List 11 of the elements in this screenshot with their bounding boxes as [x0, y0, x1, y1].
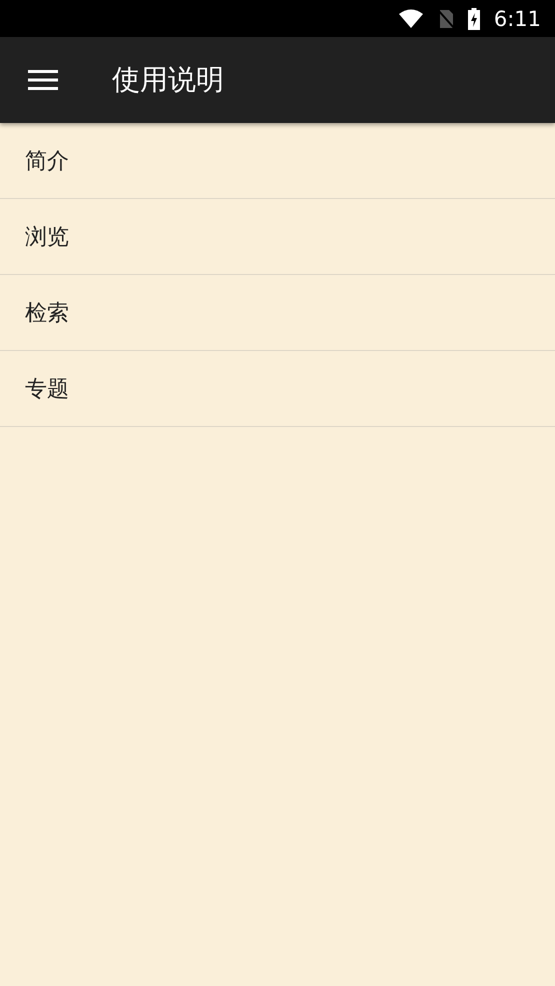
list-item[interactable]: 简介 — [0, 123, 555, 199]
wifi-icon — [398, 8, 424, 28]
list-item[interactable]: 浏览 — [0, 199, 555, 275]
menu-button[interactable] — [28, 69, 58, 91]
menu-icon — [28, 69, 58, 91]
app-bar-title: 使用说明 — [112, 62, 224, 98]
list-item[interactable]: 专题 — [0, 351, 555, 427]
no-sim-icon — [438, 8, 454, 28]
battery-charging-icon — [468, 8, 480, 30]
list-item[interactable]: 检索 — [0, 275, 555, 351]
clock-time: 6:11 — [494, 6, 541, 30]
